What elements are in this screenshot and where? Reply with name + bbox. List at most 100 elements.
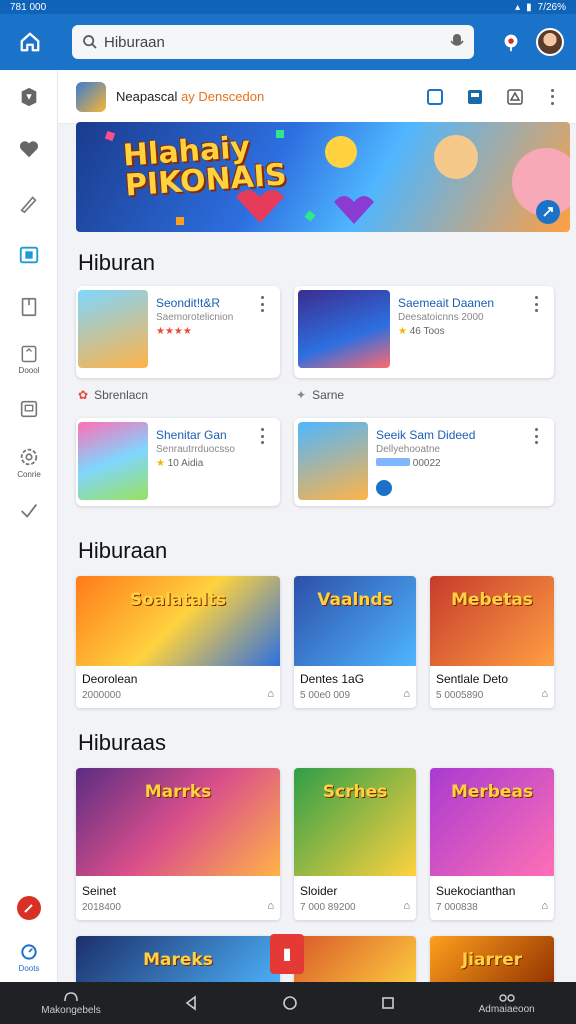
home-button[interactable] (12, 24, 48, 60)
game-tile[interactable]: Vaalnds Dentes 1aG 5 00e0 009 ⌂ (294, 576, 416, 708)
bookmark-icon[interactable]: ⌂ (541, 688, 548, 700)
card-title: Seeik Sam Dideed (376, 428, 476, 442)
rail-item-bookmark[interactable] (0, 296, 58, 318)
app-toolbar: Neapascal ay Denscedon (58, 70, 576, 124)
gallery-icon (20, 400, 38, 418)
card-more-icon[interactable] (530, 296, 542, 312)
search-bar[interactable] (72, 25, 474, 59)
bookmark-icon (21, 297, 37, 317)
game-tile[interactable]: Jiarrer (430, 936, 554, 982)
bookmark-icon[interactable]: ⌂ (541, 900, 548, 912)
nav-left[interactable]: Makongebels (41, 991, 101, 1016)
rail-item-heart[interactable] (0, 138, 58, 160)
triangle-icon[interactable] (506, 88, 524, 106)
tile-meta: 2000000 (82, 690, 121, 701)
status-icons: ▴ ▮ 7/26% (515, 2, 566, 13)
rail-item-settings-label: Conrie (17, 470, 41, 479)
rail-item-check[interactable] (0, 500, 58, 522)
home-nav-button[interactable] (282, 995, 298, 1011)
app-bar (0, 14, 576, 70)
label-row-1: ✿ Sbrenlacn (78, 388, 148, 402)
banner-share-button[interactable] (536, 200, 560, 224)
notification-icon[interactable] (500, 31, 522, 53)
bolt-icon (376, 480, 392, 496)
bookmark-icon[interactable]: ⌂ (403, 688, 410, 700)
avatar[interactable] (536, 28, 564, 56)
banner-title: Hlahaiy PIKONAIS (122, 130, 288, 204)
tile-image-text: Scrhes (322, 782, 388, 802)
card-subtitle: Senrautrrduocsso (156, 444, 235, 455)
bookmark-icon[interactable]: ⌂ (403, 900, 410, 912)
game-tile[interactable]: Mebetas Sentlale Deto 5 0005890 ⌂ (430, 576, 554, 708)
rail-item-docs[interactable]: Doool (0, 344, 58, 375)
back-button[interactable] (183, 995, 199, 1011)
card-title: Seondit!t&R (156, 296, 221, 310)
pencil-icon (24, 904, 33, 913)
status-bar: 781 000 ▴ ▮ 7/26% (0, 0, 576, 14)
nav-right[interactable]: Admaiaeoon (479, 992, 535, 1015)
tile-name: Seinet (82, 884, 117, 898)
nav-right-label: Admaiaeoon (478, 1003, 535, 1015)
featured-card-4[interactable]: Seeik Sam Dideed Dellyehooatne 00022 (294, 418, 554, 506)
search-icon (83, 35, 97, 49)
game-tile[interactable] (294, 936, 416, 982)
card-subtitle: Dellyehooatne (376, 444, 440, 455)
search-input[interactable] (104, 33, 450, 51)
wifi-icon: ▴ (515, 1, 521, 13)
game-tile[interactable]: Soalatalts Deorolean 2000000 ⌂ (76, 576, 280, 708)
rail-item-bottom[interactable]: Doots (0, 942, 58, 973)
card-more-icon[interactable] (256, 428, 268, 444)
rail-item-camera[interactable] (0, 244, 58, 266)
square-icon[interactable] (426, 88, 444, 106)
side-rail: Doool Conrie Doots (0, 70, 58, 982)
tile-meta: 5 00e0 009 (300, 690, 351, 701)
docs-icon (21, 345, 37, 363)
label-row-2: ✦ Sarne (296, 388, 344, 402)
game-tile[interactable]: Mareks (76, 936, 280, 982)
card-more-icon[interactable] (256, 296, 268, 312)
promo-banner[interactable]: Hlahaiy PIKONAIS (76, 122, 570, 232)
nav-left-label: Makongebels (41, 1004, 101, 1016)
featured-card-1[interactable]: Seondit!t&R Saemorotelicnion ★★★★ (76, 286, 280, 378)
puzzle-icon (21, 87, 37, 107)
card-thumbnail (298, 290, 390, 368)
tile-image-text: Marrks (144, 782, 212, 802)
check-icon (21, 504, 38, 518)
puzzle-small-icon: ✦ (296, 388, 307, 402)
card-more-icon[interactable] (530, 428, 542, 444)
brush-icon (20, 196, 37, 214)
mic-icon[interactable] (450, 33, 464, 51)
tile-image: Mebetas (430, 576, 554, 666)
rail-item-gallery[interactable] (0, 398, 58, 420)
featured-card-3[interactable]: Shenitar Gan Senrautrrduocsso ★ 10 Aidia (76, 418, 280, 506)
headset-icon (64, 991, 78, 1001)
overflow-menu-icon[interactable] (546, 88, 558, 105)
game-tile[interactable]: Scrhes Sloider 7 000 89200 ⌂ (294, 768, 416, 920)
toolbar-actions (426, 88, 558, 106)
card-rating: ★ 10 Aidia (156, 458, 203, 469)
rail-item-docs-label: Doool (18, 366, 40, 375)
bookmark-icon[interactable]: ⌂ (267, 688, 274, 700)
featured-card-2[interactable]: Saemeait Daanen Deesatoicnns 2000 ★ 46 T… (294, 286, 554, 378)
rail-item-brush[interactable] (0, 192, 58, 214)
rail-item-puzzle[interactable] (0, 86, 58, 108)
game-tile[interactable]: Merbeas Suekocianthan 7 000838 ⌂ (430, 768, 554, 920)
rail-item-settings[interactable]: Conrie (0, 446, 58, 479)
card-rating: 00022 (376, 458, 441, 469)
heart-icon (19, 141, 39, 158)
settings-icon (20, 448, 38, 466)
appbar-actions (500, 28, 564, 56)
status-left: 781 000 (10, 1, 47, 13)
label-text: Sarne (312, 388, 345, 402)
record-button[interactable] (17, 896, 41, 920)
bookmark-icon[interactable]: ⌂ (267, 900, 274, 912)
main-content: Neapascal ay Denscedon Hlahaiy PIKONAIS (58, 70, 576, 982)
grid-icon[interactable] (466, 88, 484, 106)
recents-button[interactable] (380, 995, 396, 1011)
tile-image: Marrks (76, 768, 280, 876)
game-tile[interactable]: Marrks Seinet 2018400 ⌂ (76, 768, 280, 920)
card-title: Shenitar Gan (156, 428, 227, 442)
floating-action-button[interactable]: ▮ (270, 934, 304, 974)
signal-icon: ▮ (526, 1, 532, 13)
app-name: Neapascal ay Denscedon (116, 89, 264, 104)
